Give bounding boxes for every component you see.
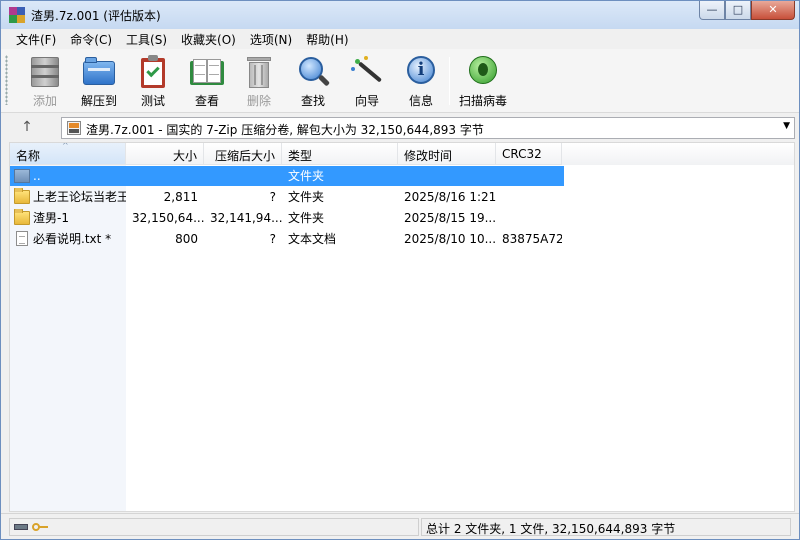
file-size: 32,150,64...: [132, 210, 204, 225]
menu-help[interactable]: 帮助(H): [299, 31, 355, 48]
chevron-down-icon[interactable]: ▼: [783, 121, 790, 131]
file-name: 必看说明.txt *: [33, 232, 112, 246]
status-left-pane: [9, 518, 419, 536]
column-header-name[interactable]: ^ 名称: [10, 143, 126, 165]
wizard-label: 向导: [354, 94, 379, 108]
file-name: 渣男-1: [33, 211, 69, 225]
winrar-window: 渣男.7z.001 (评估版本) — □ ✕ 文件(F) 命令(C) 工具(S)…: [0, 0, 800, 540]
column-header-crc32[interactable]: CRC32: [496, 143, 562, 165]
test-button[interactable]: 测试: [125, 53, 181, 109]
menu-options[interactable]: 选项(N): [243, 31, 299, 48]
delete-button[interactable]: 删除: [231, 53, 287, 109]
find-button[interactable]: 查找: [285, 53, 341, 109]
delete-label: 删除: [246, 94, 271, 108]
status-summary: 总计 2 文件夹, 1 文件, 32,150,644,893 字节: [421, 518, 791, 536]
file-size: 2,811: [163, 189, 198, 204]
column-header-type[interactable]: 类型: [282, 143, 398, 165]
menu-tools[interactable]: 工具(S): [119, 31, 174, 48]
table-row[interactable]: 渣男-1 32,150,64... 32,141,94... 文件夹 2025/…: [10, 207, 794, 228]
folder-icon: [14, 209, 30, 225]
find-magnifier-icon: [296, 55, 331, 89]
menu-file[interactable]: 文件(F): [9, 31, 63, 48]
wizard-wand-icon: [350, 55, 384, 89]
info-button[interactable]: i 信息: [393, 53, 449, 109]
key-icon[interactable]: [32, 522, 48, 532]
up-one-level-button[interactable]: ↑: [17, 119, 37, 137]
column-header-packed-size[interactable]: 压缩后大小: [204, 143, 282, 165]
file-modified: 2025/8/15 19...: [404, 210, 496, 225]
text-file-icon: [16, 231, 28, 246]
file-crc: 83875A72: [502, 231, 562, 246]
file-modified: 2025/8/16 1:21: [404, 189, 496, 204]
archive-path-text: 渣男.7z.001 - 国实的 7-Zip 压缩分卷, 解包大小为 32,150…: [86, 123, 484, 137]
find-label: 查找: [300, 94, 325, 108]
path-combobox[interactable]: 渣男.7z.001 - 国实的 7-Zip 压缩分卷, 解包大小为 32,150…: [61, 117, 795, 139]
test-clipboard-icon: [136, 55, 170, 89]
extract-to-label: 解压到: [80, 94, 117, 108]
trash-icon: [242, 55, 276, 89]
view-book-icon: [190, 55, 224, 89]
file-packed-size: 32,141,94...: [210, 210, 282, 225]
file-type: 文件夹: [288, 190, 325, 204]
menu-bar: 文件(F) 命令(C) 工具(S) 收藏夹(O) 选项(N) 帮助(H): [1, 29, 799, 49]
file-size: 800: [175, 231, 198, 246]
address-bar: ↑ 渣男.7z.001 - 国实的 7-Zip 压缩分卷, 解包大小为 32,1…: [1, 114, 799, 142]
list-rows: .. 文件夹 上老王论坛当老王 2,811 ? 文件夹 2025/8/16 1:…: [10, 165, 794, 249]
drive-icon[interactable]: [14, 524, 28, 530]
menu-favorites[interactable]: 收藏夹(O): [174, 31, 243, 48]
window-title: 渣男.7z.001 (评估版本): [31, 9, 161, 23]
view-label: 查看: [194, 94, 219, 108]
info-label: 信息: [408, 94, 433, 108]
menu-commands[interactable]: 命令(C): [63, 31, 119, 48]
file-name: ..: [33, 168, 41, 183]
add-label: 添加: [32, 94, 57, 108]
file-type: 文本文档: [288, 232, 337, 246]
status-bar: 总计 2 文件夹, 1 文件, 32,150,644,893 字节: [1, 513, 799, 539]
extract-to-button[interactable]: 解压到: [71, 53, 127, 109]
file-list: ^ 名称 大小 压缩后大小 类型 修改时间 CRC32 .. 文件夹 上老王论坛…: [9, 142, 795, 512]
list-header: ^ 名称 大小 压缩后大小 类型 修改时间 CRC32: [10, 143, 794, 165]
toolbar: 添加 解压到 测试 查看 删除 查找 向导 i 信息 扫描病毒: [1, 49, 799, 113]
file-modified: 2025/8/10 10...: [404, 231, 496, 246]
minimize-button[interactable]: —: [699, 1, 725, 20]
column-header-size[interactable]: 大小: [126, 143, 204, 165]
column-header-modified[interactable]: 修改时间: [398, 143, 496, 165]
table-row[interactable]: .. 文件夹: [10, 165, 794, 186]
sort-ascending-icon: ^: [62, 142, 69, 150]
add-button[interactable]: 添加: [17, 53, 73, 109]
file-type: 文件夹: [288, 211, 325, 225]
file-type: 文件夹: [288, 169, 325, 183]
file-name: 上老王论坛当老王: [33, 190, 126, 204]
title-bar[interactable]: 渣男.7z.001 (评估版本) — □ ✕: [1, 1, 799, 29]
parent-folder-icon: [14, 168, 30, 183]
window-controls: — □ ✕: [699, 1, 795, 20]
scan-virus-label: 扫描病毒: [458, 94, 507, 108]
archive-volume-icon: [66, 120, 82, 136]
file-packed-size: ?: [269, 231, 276, 246]
folder-icon: [14, 188, 30, 204]
toolbar-separator: [449, 57, 450, 105]
test-label: 测试: [140, 94, 165, 108]
add-archive-icon: [28, 55, 62, 89]
file-packed-size: ?: [269, 189, 276, 204]
scan-virus-bug-icon: [466, 55, 500, 89]
wizard-button[interactable]: 向导: [339, 53, 395, 109]
winrar-app-icon: [9, 7, 25, 23]
info-icon: i: [404, 55, 438, 89]
scan-virus-button[interactable]: 扫描病毒: [457, 53, 509, 109]
toolbar-grip[interactable]: [5, 55, 8, 105]
view-button[interactable]: 查看: [179, 53, 235, 109]
table-row[interactable]: 上老王论坛当老王 2,811 ? 文件夹 2025/8/16 1:21: [10, 186, 794, 207]
table-row[interactable]: 必看说明.txt * 800 ? 文本文档 2025/8/10 10... 83…: [10, 228, 794, 249]
extract-folder-icon: [82, 55, 116, 89]
maximize-button[interactable]: □: [725, 1, 751, 20]
close-button[interactable]: ✕: [751, 1, 795, 20]
